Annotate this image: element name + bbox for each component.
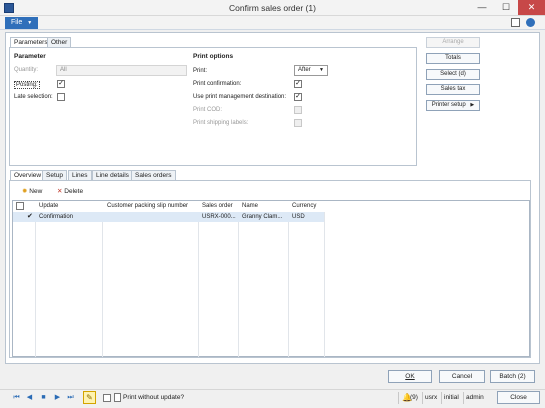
print-select[interactable]: After ▼	[294, 65, 328, 76]
chevron-down-icon: ▼	[27, 20, 33, 26]
parameter-header: Parameter	[14, 53, 46, 60]
new-label: New	[29, 188, 43, 195]
new-icon: ✹	[22, 188, 28, 195]
edit-mode-icon[interactable]: ✎	[83, 391, 96, 404]
print-shipping-labels-label: Print shipping labels:	[193, 120, 249, 126]
chevron-down-icon: ▼	[319, 67, 324, 73]
column-header-currency[interactable]: Currency	[289, 201, 316, 212]
print-without-update-checkbox[interactable]	[103, 394, 111, 402]
window-close-button[interactable]: ✕	[518, 0, 545, 15]
status-user: usrx	[425, 394, 438, 401]
late-selection-label: Late selection:	[14, 94, 53, 100]
column-header-sales-order[interactable]: Sales order	[199, 201, 233, 212]
column-divider	[198, 212, 199, 357]
help-icon[interactable]	[526, 18, 535, 27]
divider	[463, 392, 464, 404]
file-menu-label: File	[11, 19, 23, 26]
print-without-update-label: Print without update?	[123, 394, 185, 401]
document-icon	[114, 393, 121, 402]
select-all-checkbox[interactable]	[16, 202, 24, 210]
row-packing-slip-cell[interactable]	[104, 212, 107, 222]
ok-button[interactable]: OK	[388, 370, 432, 383]
layout-icon[interactable]	[511, 18, 520, 27]
column-header-name[interactable]: Name	[239, 201, 258, 212]
printer-setup-label: Printer setup	[431, 102, 466, 108]
quantity-field[interactable]: All	[56, 65, 187, 76]
divider	[398, 392, 399, 404]
posting-label: Posting:	[14, 81, 40, 89]
row-name-cell[interactable]: Granny Clam...	[239, 212, 282, 222]
print-options-header: Print options	[193, 53, 234, 60]
ribbon-bar	[0, 16, 545, 30]
column-header-update[interactable]: Update	[36, 201, 58, 212]
print-confirmation-label: Print confirmation:	[193, 81, 242, 87]
divider	[422, 392, 423, 404]
delete-label: Delete	[64, 188, 84, 195]
use-print-management-checkbox[interactable]: ✓	[294, 93, 302, 101]
print-confirmation-checkbox[interactable]: ✓	[294, 80, 302, 88]
file-menu-button[interactable]: File ▼	[5, 17, 38, 29]
batch-button[interactable]: Batch (2)	[490, 370, 535, 383]
late-selection-checkbox[interactable]	[57, 93, 65, 101]
row-sales-order-cell[interactable]: USRX-000...	[199, 212, 236, 222]
status-partition: initial	[444, 394, 459, 401]
print-shipping-labels-checkbox	[294, 119, 302, 127]
new-button[interactable]: ✹ New	[22, 186, 42, 198]
column-divider	[102, 212, 103, 357]
column-divider	[238, 212, 239, 357]
totals-button[interactable]: Totals	[426, 53, 480, 64]
lines-grid	[12, 200, 530, 357]
print-cod-checkbox	[294, 106, 302, 114]
stop-icon[interactable]: ■	[39, 392, 48, 404]
use-print-management-label: Use print management destination:	[193, 94, 287, 100]
delete-icon: ✕	[57, 188, 63, 195]
maximize-button[interactable]: ☐	[494, 0, 518, 15]
next-record-icon[interactable]: ▶	[53, 392, 62, 404]
column-divider	[324, 212, 325, 357]
row-currency-cell[interactable]: USD	[289, 212, 305, 222]
previous-record-icon[interactable]: ◀	[25, 392, 34, 404]
status-role: admin	[466, 394, 484, 401]
quantity-label: Quantity:	[14, 67, 39, 73]
print-select-value: After	[298, 67, 311, 73]
delete-button[interactable]: ✕ Delete	[57, 186, 83, 198]
arrange-button: Arrange	[426, 37, 480, 48]
printer-setup-button[interactable]: Printer setup ▶	[426, 100, 480, 111]
notification-count[interactable]: (9)	[410, 392, 418, 404]
last-record-icon[interactable]: ⏭	[66, 392, 75, 404]
minimize-button[interactable]: —	[470, 0, 494, 15]
print-label: Print:	[193, 68, 208, 74]
column-divider	[288, 212, 289, 357]
window-title: Confirm sales order (1)	[229, 3, 316, 13]
close-button[interactable]: Close	[497, 391, 540, 404]
select-button[interactable]: Select (d)	[426, 69, 480, 80]
divider	[441, 392, 442, 404]
column-divider	[35, 212, 36, 357]
row-update-cell[interactable]: Confirmation	[36, 212, 73, 222]
cancel-button[interactable]: Cancel	[439, 370, 485, 383]
row-check-icon: ✔	[27, 213, 33, 220]
posting-checkbox[interactable]: ✓	[57, 80, 65, 88]
column-header-packing-slip[interactable]: Customer packing slip number	[104, 201, 188, 212]
chevron-right-icon: ▶	[470, 102, 475, 108]
print-cod-label: Print COD:	[193, 107, 223, 113]
sales-tax-button[interactable]: Sales tax	[426, 84, 480, 95]
first-record-icon[interactable]: ⏮	[12, 392, 21, 404]
